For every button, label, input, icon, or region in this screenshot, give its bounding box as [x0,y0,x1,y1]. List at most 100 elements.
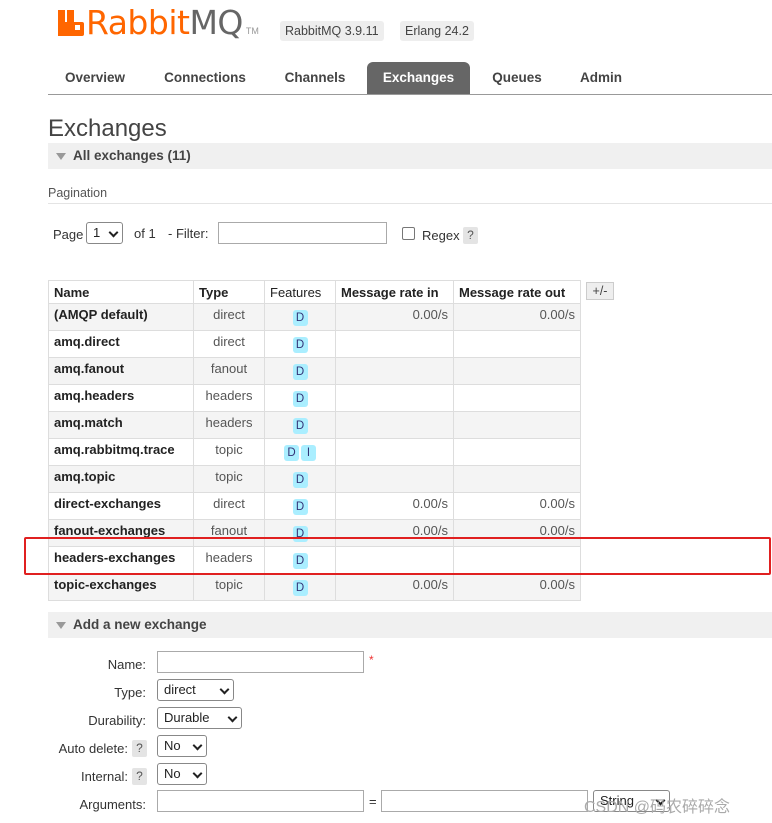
exchange-name-link[interactable]: direct-exchanges [48,492,194,520]
exchange-name-link[interactable]: amq.topic [48,465,194,493]
arguments-label: Arguments: [79,797,146,812]
column-header-name[interactable]: Name [48,280,194,304]
message-rate-in-cell [335,330,454,358]
exchange-type-cell: topic [193,573,265,601]
page-count-label: of 1 [134,226,156,241]
collapse-triangle-icon [56,153,66,160]
rabbitmq-logo-icon [58,10,84,36]
exchange-name-link[interactable]: amq.rabbitmq.trace [48,438,194,466]
message-rate-in-cell: 0.00/s [335,573,454,601]
pagination-divider [48,203,772,204]
add-exchange-header: Add a new exchange [73,617,207,632]
exchange-type-cell: topic [193,438,265,466]
tab-channels[interactable]: Channels [270,62,360,94]
auto-delete-help-button[interactable]: ? [132,740,147,757]
logo-trademark: TM [245,26,259,36]
rabbitmq-logo: RabbitMQ TM [58,6,259,40]
exchange-type-cell: fanout [193,357,265,385]
exchange-features-cell: DI [264,438,336,466]
table-row: amq.topic topic D [48,465,581,493]
message-rate-in-cell [335,438,454,466]
toggle-columns-button[interactable]: +/- [586,282,614,300]
argument-key-input[interactable] [157,790,364,812]
main-nav: Overview Connections Channels Exchanges … [48,62,772,95]
exchange-name-link[interactable]: topic-exchanges [48,573,194,601]
exchange-type-cell: direct [193,303,265,331]
message-rate-in-cell: 0.00/s [335,492,454,520]
column-header-features: Features [264,280,336,304]
type-label: Type: [114,685,146,700]
exchange-type-cell: topic [193,465,265,493]
internal-help-button[interactable]: ? [132,768,147,785]
exchange-type-cell: headers [193,384,265,412]
tab-admin[interactable]: Admin [566,62,636,94]
pagination-label: Pagination [48,186,108,200]
exchange-name-link[interactable]: amq.headers [48,384,194,412]
exchange-name-input[interactable] [157,651,364,673]
tab-exchanges[interactable]: Exchanges [367,62,470,94]
regex-help-button[interactable]: ? [463,227,478,244]
tab-queues[interactable]: Queues [478,62,556,94]
exchange-type-cell: headers [193,411,265,439]
message-rate-out-cell [453,384,581,412]
exchange-features-cell: D [264,330,336,358]
message-rate-in-cell [335,357,454,385]
page-select[interactable]: 1 [86,222,123,244]
exchange-name-link[interactable]: (AMQP default) [48,303,194,331]
message-rate-in-cell [335,384,454,412]
durability-select[interactable]: Durable [157,707,242,729]
table-row: amq.match headers D [48,411,581,439]
auto-delete-select[interactable]: No [157,735,207,757]
feature-badge: D [292,418,308,434]
auto-delete-label: Auto delete: [58,741,128,756]
column-header-type[interactable]: Type [193,280,265,304]
chevron-down-icon [227,712,238,723]
logo-text-rabbit: Rabbit [86,3,190,42]
chevron-down-icon [108,227,119,238]
feature-badge: D [292,499,308,515]
durability-label: Durability: [88,713,146,728]
message-rate-out-cell [453,465,581,493]
feature-badge: D [292,337,308,353]
exchange-features-cell: D [264,303,336,331]
exchange-type-cell: direct [193,330,265,358]
tab-overview[interactable]: Overview [48,62,142,94]
table-row: amq.fanout fanout D [48,357,581,385]
message-rate-out-cell: 0.00/s [453,303,581,331]
feature-badge: D [284,445,299,461]
table-header-row: Name Type Features Message rate in Messa… [48,280,581,304]
exchange-features-cell: D [264,357,336,385]
filter-input[interactable] [218,222,387,244]
page-label: Page [53,227,84,242]
message-rate-out-cell: 0.00/s [453,573,581,601]
internal-select[interactable]: No [157,763,207,785]
table-row: (AMQP default) direct D 0.00/s 0.00/s [48,303,581,331]
exchange-name-link[interactable]: amq.direct [48,330,194,358]
name-label: Name: [107,657,146,672]
column-header-rate-in: Message rate in [335,280,454,304]
message-rate-out-cell [453,357,581,385]
internal-label: Internal: [81,769,128,784]
argument-value-input[interactable] [381,790,588,812]
add-exchange-section-toggle[interactable]: Add a new exchange [48,612,772,638]
collapse-triangle-icon [56,622,66,629]
exchange-type-select[interactable]: direct [157,679,234,701]
exchange-name-link[interactable]: amq.match [48,411,194,439]
exchange-features-cell: D [264,384,336,412]
tab-connections[interactable]: Connections [152,62,258,94]
filter-label: - Filter: [168,226,209,241]
all-exchanges-section-toggle[interactable]: All exchanges (11) [48,143,772,169]
message-rate-in-cell [335,465,454,493]
logo-text-mq: MQ [189,3,243,42]
table-row: direct-exchanges direct D 0.00/s 0.00/s [48,492,581,520]
watermark: CSDN @码农碎碎念 [584,799,731,816]
required-mark: * [369,653,374,667]
exchange-features-cell: D [264,573,336,601]
regex-checkbox[interactable] [402,227,415,240]
feature-badge: D [292,364,308,380]
message-rate-in-cell: 0.00/s [335,303,454,331]
regex-label: Regex [422,228,460,243]
exchange-name-link[interactable]: amq.fanout [48,357,194,385]
feature-badge: D [292,580,308,596]
exchange-features-cell: D [264,465,336,493]
